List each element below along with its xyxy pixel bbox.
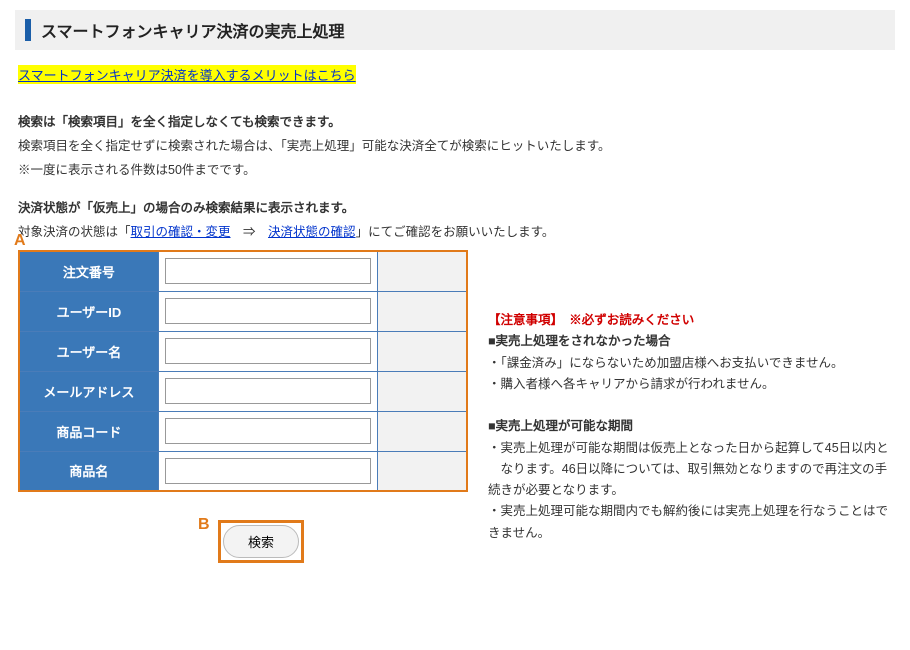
intro-p4: 決済状態が「仮売上」の場合のみ検索結果に表示されます。 [18, 198, 892, 218]
search-button-row: B 検索 [18, 520, 468, 563]
blank-cell [377, 411, 467, 451]
notes-h2: ■実売上処理が可能な期間 [488, 416, 892, 437]
table-row: ユーザーID [19, 291, 467, 331]
label-product-name: 商品名 [19, 451, 158, 491]
table-row: 商品名 [19, 451, 467, 491]
table-row: 商品コード [19, 411, 467, 451]
content-area: スマートフォンキャリア決済を導入するメリットはこちら 検索は「検索項目」を全く指… [0, 65, 910, 563]
label-product-code: 商品コード [19, 411, 158, 451]
blank-cell [377, 371, 467, 411]
blank-cell [377, 451, 467, 491]
search-form-table: 注文番号 ユーザーID ユーザー名 メールアドレス [18, 250, 468, 492]
notes-h2-line2: なります。46日以降については、取引無効となりますので再注文の手続きが必要となり… [488, 459, 892, 502]
label-user-id: ユーザーID [19, 291, 158, 331]
input-order-no[interactable] [165, 258, 371, 284]
notes-h1-line2: ・購入者様へ各キャリアから請求が行われません。 [488, 374, 892, 395]
intro-p2: 検索項目を全く指定せずに検索された場合は、「実売上処理」可能な決済全てが検索にヒ… [18, 136, 892, 156]
blank-cell [377, 291, 467, 331]
blank-cell [377, 251, 467, 291]
intro-p3: ※一度に表示される件数は50件までです。 [18, 160, 892, 180]
table-row: メールアドレス [19, 371, 467, 411]
marker-b: B [198, 516, 210, 534]
intro-p1: 検索は「検索項目」を全く指定しなくても検索できます。 [18, 112, 892, 132]
table-row: 注文番号 [19, 251, 467, 291]
page-header: スマートフォンキャリア決済の実売上処理 [15, 10, 895, 50]
label-user-name: ユーザー名 [19, 331, 158, 371]
header-accent-bar [25, 19, 31, 41]
label-email: メールアドレス [19, 371, 158, 411]
intro-highlight-link-wrap: スマートフォンキャリア決済を導入するメリットはこちら [18, 65, 356, 84]
search-button[interactable]: 検索 [223, 525, 299, 558]
notes-panel: 【注意事項】 ※必ずお読みください ■実売上処理をされなかった場合 ・「課金済み… [488, 250, 892, 544]
notes-h1: ■実売上処理をされなかった場合 [488, 331, 892, 352]
notes-caution-heading: 【注意事項】 ※必ずお読みください [488, 310, 892, 331]
intro-p5: 対象決済の状態は「取引の確認・変更 ⇒ 決済状態の確認」にてご確認をお願いいたし… [18, 222, 892, 242]
notes-h2-line1: ・実売上処理が可能な期間は仮売上となった日から起算して45日以内と [488, 438, 892, 459]
search-button-highlight: 検索 [218, 520, 304, 563]
input-user-id[interactable] [165, 298, 371, 324]
notes-h1-line1: ・「課金済み」にならないため加盟店様へお支払いできません。 [488, 353, 892, 374]
input-user-name[interactable] [165, 338, 371, 364]
page-title: スマートフォンキャリア決済の実売上処理 [41, 18, 345, 42]
input-product-name[interactable] [165, 458, 371, 484]
marker-a: A [14, 232, 26, 250]
search-form-wrap: A 注文番号 ユーザーID ユーザー名 メールア [18, 250, 468, 563]
intro-highlight-link[interactable]: スマートフォンキャリア決済を導入するメリットはこちら [18, 68, 356, 83]
blank-cell [377, 331, 467, 371]
notes-h2-line3: ・実売上処理可能な期間内でも解約後には実売上処理を行なうことはできません。 [488, 501, 892, 544]
input-email[interactable] [165, 378, 371, 404]
link-status-confirm[interactable]: 決済状態の確認 [268, 225, 356, 239]
table-row: ユーザー名 [19, 331, 467, 371]
label-order-no: 注文番号 [19, 251, 158, 291]
input-product-code[interactable] [165, 418, 371, 444]
link-transaction-confirm[interactable]: 取引の確認・変更 [131, 225, 231, 239]
